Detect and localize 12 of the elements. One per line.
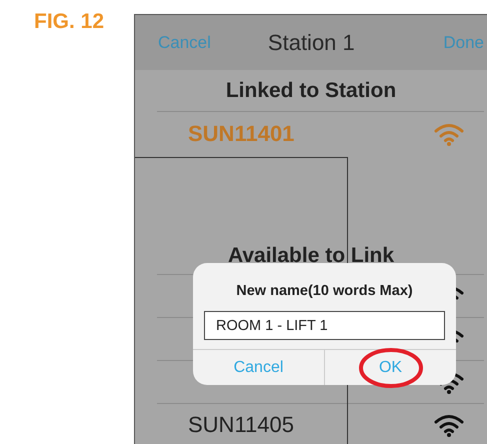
dialog-title: New name(10 words Max) — [235, 283, 414, 299]
section-header: Available to Link — [228, 244, 394, 267]
cancel-button[interactable]: Cancel — [193, 350, 324, 385]
station-name[interactable]: SUN11401 — [188, 121, 434, 147]
cancel-link[interactable]: Cancel — [158, 32, 211, 52]
figure-label: FIG. 12 — [34, 10, 104, 33]
name-field[interactable]: ROOM 1 - LIFT 1 — [204, 311, 445, 340]
station-name[interactable]: SUN11405 — [188, 412, 434, 438]
screen-title: Station 1 — [268, 30, 356, 56]
section-header: Linked to Station — [226, 79, 396, 102]
ok-button[interactable]: OK — [324, 350, 456, 385]
done-link[interactable]: Done — [443, 32, 484, 52]
